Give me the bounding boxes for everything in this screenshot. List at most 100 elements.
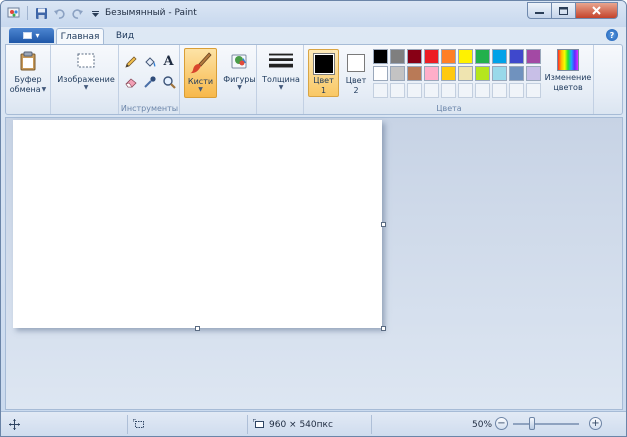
palette-color-swatch[interactable] [492,49,507,64]
line-thickness-icon [269,49,293,73]
fill-bucket-icon[interactable] [141,53,158,70]
chevron-down-icon: ▼ [278,84,284,91]
color1-button[interactable]: Цвет 1 [308,49,339,97]
shapes-button[interactable]: Фигуры ▼ [223,49,256,91]
palette-custom-slot[interactable] [373,83,388,98]
palette-custom-slot[interactable] [526,83,541,98]
tab-view[interactable]: Вид [109,28,141,44]
primary-color-swatch [312,52,335,75]
zoom-level: 50% [472,419,493,430]
canvas-size-text: 960 × 540пкс [269,419,333,430]
paint-menu-button[interactable]: ▾ [9,28,54,43]
move-cursor-icon [9,419,20,430]
palette-color-swatch[interactable] [424,49,439,64]
drawing-canvas[interactable] [13,120,382,328]
palette-color-swatch[interactable] [509,66,524,81]
status-divider [371,415,372,434]
palette-color-swatch[interactable] [373,66,388,81]
pencil-icon[interactable] [122,53,139,70]
canvas-size-icon [253,419,264,428]
palette-custom-slot[interactable] [390,83,405,98]
paint-app-icon[interactable] [7,6,21,20]
palette-color-swatch[interactable] [441,49,456,64]
thickness-button[interactable]: Толщина ▼ [260,49,302,91]
title-bar: Безымянный - Paint [1,1,626,27]
status-bar: 960 × 540пкс 50% − + [1,411,626,436]
window-title: Безымянный - Paint [105,8,197,18]
palette-color-swatch[interactable] [526,49,541,64]
palette-color-swatch[interactable] [509,49,524,64]
palette-custom-slot[interactable] [475,83,490,98]
palette-color-swatch[interactable] [526,66,541,81]
cursor-position [9,416,20,433]
image-button[interactable]: Изображение ▼ [56,49,116,91]
clipboard-button[interactable]: Буфер обмена ▼ [10,49,46,95]
palette-color-swatch[interactable] [390,66,405,81]
text-tool-icon[interactable]: A [160,53,177,70]
palette-color-swatch[interactable] [407,49,422,64]
colors-group-label: Цвета [436,104,462,113]
chevron-down-icon: ▼ [83,84,89,91]
zoom-in-button[interactable]: + [589,417,602,430]
minimize-button[interactable] [527,2,552,19]
quick-access-toolbar [7,6,102,20]
color-picker-icon[interactable] [141,73,158,90]
customize-qat-icon[interactable] [88,6,102,20]
selection-size [133,416,145,433]
canvas-size: 960 × 540пкс [253,416,333,433]
window-controls [527,2,618,19]
secondary-color-swatch [347,54,365,72]
palette-color-swatch[interactable] [390,49,405,64]
palette-color-swatch[interactable] [407,66,422,81]
selection-size-icon [133,419,144,428]
shapes-icon [228,49,252,73]
palette-color-swatch[interactable] [492,66,507,81]
tools-group-label: Инструменты [120,104,179,113]
palette-custom-slot[interactable] [424,83,439,98]
palette-color-swatch[interactable] [475,66,490,81]
zoom-slider-track[interactable] [513,423,579,425]
clipboard-icon [16,49,40,73]
redo-icon[interactable] [70,6,84,20]
group-colors: Цвет 1 Цвет 2 Цвета Изменение цветов [305,45,594,114]
minimize-icon [535,12,544,14]
magnifier-icon[interactable] [160,73,177,90]
color-palette [373,49,541,98]
chevron-down-icon: ▼ [237,84,242,91]
palette-color-swatch[interactable] [458,66,473,81]
palette-color-swatch[interactable] [458,49,473,64]
resize-handle-corner[interactable] [381,326,386,331]
brushes-button[interactable]: Кисти ▼ [184,48,217,98]
zoom-out-button[interactable]: − [495,417,508,430]
ribbon-tabs: ▾ Главная Вид ? [1,27,626,44]
palette-color-swatch[interactable] [441,66,456,81]
color1-label: Цвет [313,76,334,85]
palette-custom-slot[interactable] [458,83,473,98]
resize-handle-bottom[interactable] [195,326,200,331]
select-icon [74,49,98,73]
save-icon[interactable] [34,6,48,20]
edit-colors-button[interactable]: Изменение цветов [543,49,593,93]
close-button[interactable] [576,2,618,19]
eraser-icon[interactable] [122,73,139,90]
palette-custom-slot[interactable] [407,83,422,98]
tab-home[interactable]: Главная [56,28,104,44]
color-palette-area [373,45,545,105]
palette-custom-slot[interactable] [509,83,524,98]
maximize-icon [559,6,568,15]
palette-color-swatch[interactable] [475,49,490,64]
palette-color-swatch[interactable] [424,66,439,81]
document-icon [23,32,33,39]
canvas-workspace[interactable] [5,117,623,410]
palette-color-swatch[interactable] [373,49,388,64]
maximize-button[interactable] [552,2,576,19]
color2-label: Цвет [345,76,367,85]
help-icon[interactable]: ? [606,29,618,41]
palette-custom-slot[interactable] [492,83,507,98]
color2-button[interactable]: Цвет 2 [342,49,370,97]
zoom-slider-thumb[interactable] [529,417,535,430]
qat-separator [27,6,28,20]
undo-icon[interactable] [52,6,66,20]
resize-handle-right[interactable] [381,222,386,227]
palette-custom-slot[interactable] [441,83,456,98]
